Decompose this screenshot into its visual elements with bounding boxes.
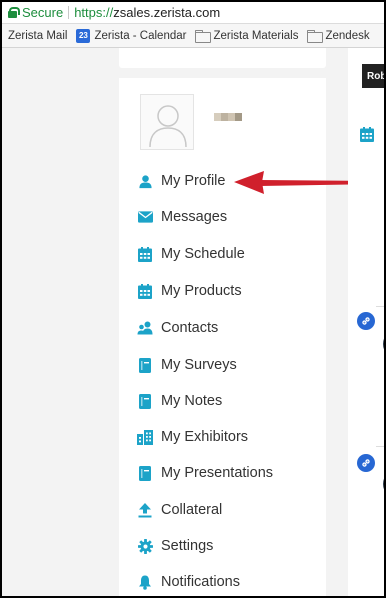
bookmark-zerista-calendar[interactable]: 23 Zerista - Calendar [76,28,187,43]
sidebar-item-messages[interactable]: Messages [137,207,227,227]
folder-icon [307,30,324,43]
book-icon [137,393,153,409]
sidebar-item-my-presentations[interactable]: My Presentations [137,463,273,483]
sidebar-item-label: Notifications [161,574,240,590]
bookmark-zerista-mail[interactable]: Zerista Mail [8,30,67,42]
sidebar-item-my-notes[interactable]: My Notes [137,391,222,411]
sidebar-item-label: Contacts [161,320,219,336]
sidebar-item-settings[interactable]: Settings [137,536,213,556]
bookmark-zendesk[interactable]: Zendesk [307,29,370,43]
lock-icon [8,7,20,18]
folder-icon [195,30,212,43]
sidebar-item-notifications[interactable]: Notifications [137,572,240,592]
url-host: zsales.zerista.com [113,5,221,20]
bookmark-label: Zerista - Calendar [94,29,187,42]
book-icon [137,465,153,481]
address-separator [68,6,70,19]
envelope-icon [137,209,153,225]
user-icon [137,173,153,189]
sidebar-item-label: My Presentations [161,465,274,481]
url-scheme: https:// [74,5,114,20]
sidebar-item-label: Messages [161,209,228,225]
calendar-icon [137,283,153,299]
gear-icon [137,538,153,554]
link-icon[interactable] [357,312,375,330]
sidebar-item-my-schedule[interactable]: My Schedule [137,244,245,264]
calendar-icon [137,246,153,262]
calendar-icon: 23 [76,28,91,43]
sidebar-item-label: My Profile [161,173,226,189]
sidebar-item-contacts[interactable]: Contacts [137,318,218,338]
sidebar-card-top [119,48,326,68]
bell-icon [137,574,153,590]
secure-label: Secure [22,5,64,20]
content-divider [376,306,384,307]
bookmark-zerista-materials[interactable]: Zerista Materials [195,29,299,43]
sidebar-item-my-exhibitors[interactable]: My Exhibitors [137,427,248,447]
address-bar[interactable]: Secure https://zsales.zerista.com [2,2,384,24]
sidebar-item-my-products[interactable]: My Products [137,281,242,301]
sidebar-item-label: My Schedule [161,246,245,262]
upload-icon [137,502,153,518]
book-icon [137,357,153,373]
sidebar-item-my-surveys[interactable]: My Surveys [137,355,237,375]
avatar[interactable] [140,94,194,150]
sidebar-item-label: Collateral [161,502,223,518]
bookmark-label: Zerista Materials [213,29,299,42]
building-icon [137,429,153,445]
thumbnail-text: Rob [367,70,386,82]
sidebar-item-label: My Exhibitors [161,429,249,445]
users-icon [137,320,153,336]
sidebar-item-my-profile[interactable]: My Profile [137,171,225,191]
user-silhouette-icon [149,105,187,148]
content-thumbnail[interactable]: Rob [362,64,386,88]
sidebar-card [119,78,326,596]
bookmarks-bar: Zerista Mail 23 Zerista - Calendar Zeris… [2,24,384,48]
sidebar-item-label: My Notes [161,393,223,409]
bookmark-label: Zerista Mail [8,29,68,42]
bookmark-label: Zendesk [325,29,370,42]
sidebar-item-label: My Products [161,283,242,299]
link-icon[interactable] [357,454,375,472]
browser-window: Secure https://zsales.zerista.com Zerist… [0,0,386,598]
sidebar-item-label: Settings [161,538,214,554]
calendar-icon [360,127,374,142]
sidebar-item-label: My Surveys [161,357,237,373]
profile-name-redacted [214,113,242,121]
sidebar-item-collateral[interactable]: Collateral [137,500,222,520]
content-divider [376,446,384,447]
